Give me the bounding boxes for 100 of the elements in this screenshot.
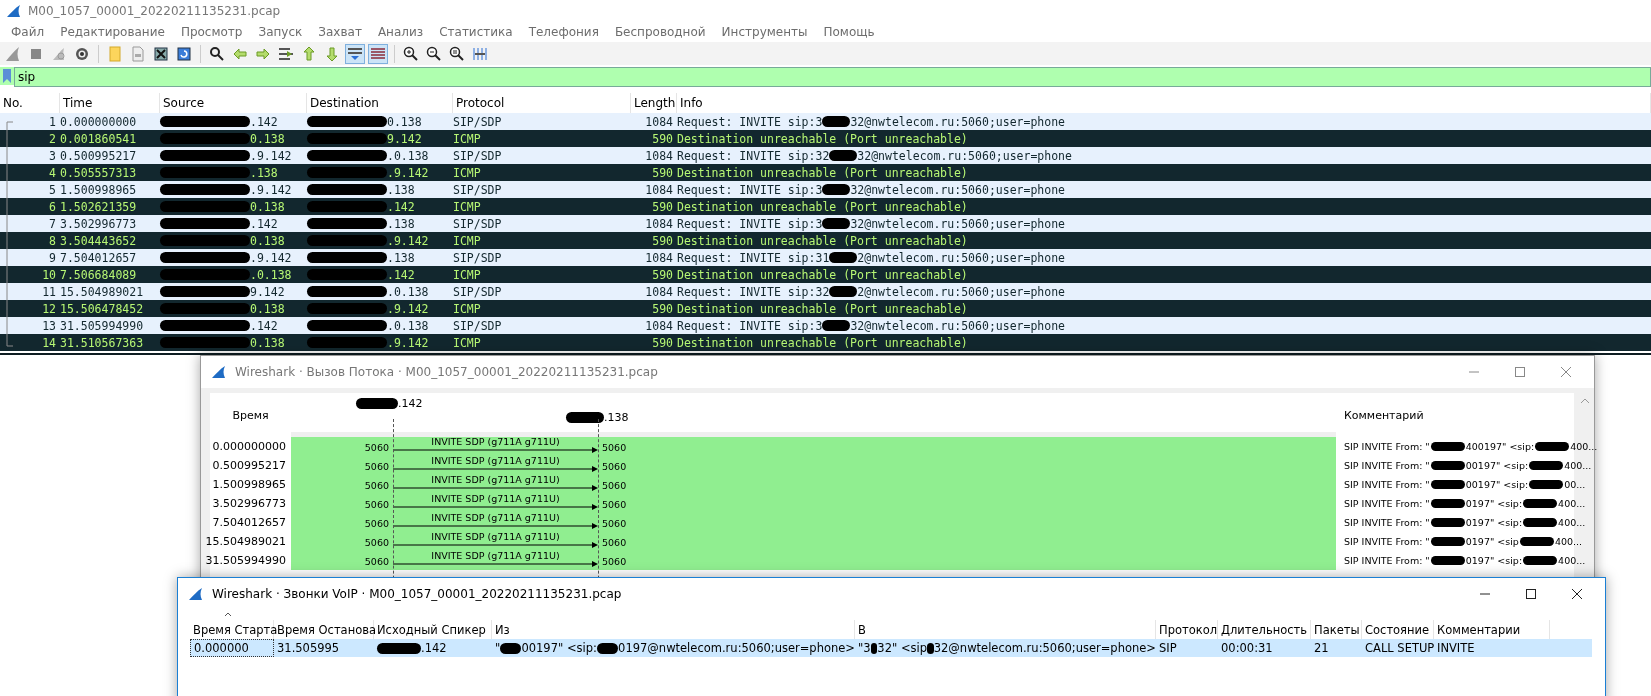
packet-row[interactable]: 1 0.000000000 .142 0.138 SIP/SDP 1084 Request: INVITE sip:3 32@nwtelecom.ru:5060;user=phone xyxy=(0,113,1651,130)
menu-item[interactable]: Анализ xyxy=(369,24,432,39)
message-comment: 400... xyxy=(1558,498,1586,509)
packet-length: 1084 xyxy=(644,114,674,129)
message-comment: 0197" <sip: xyxy=(1465,498,1523,509)
message-comment: SIP INVITE From: " xyxy=(1344,460,1430,471)
shark-fin-icon xyxy=(6,3,22,18)
display-filter-field[interactable]: sip xyxy=(14,67,1651,87)
toolbar-button[interactable] xyxy=(345,43,365,64)
port-label: 5060 xyxy=(364,461,389,472)
close-file-icon xyxy=(153,45,169,62)
packet-row[interactable]: 8 3.504443652 0.138 .9.142 ICMP 590 Destination unreachable (Port unreachable) xyxy=(0,232,1651,249)
source-address: .9.142 xyxy=(250,250,292,265)
packet-time: 0.000000000 xyxy=(60,114,138,129)
menu-item[interactable]: Запуск xyxy=(250,24,311,39)
maximize-icon[interactable] xyxy=(1525,588,1537,600)
destination-address: .9.142 xyxy=(387,165,429,180)
source-address: .9.142 xyxy=(250,148,292,163)
message-row[interactable]: 5060 INVITE SDP (g711A g711U) 5060 xyxy=(291,551,1336,570)
packet-row[interactable]: 12 15.506478452 0.138 .9.142 ICMP 590 Destination unreachable (Port unreachable) xyxy=(0,300,1651,317)
message-row[interactable]: 5060 INVITE SDP (g711A g711U) 5060 xyxy=(291,437,1336,456)
packet-row[interactable]: 14 31.510567363 0.138 .9.142 ICMP 590 Destination unreachable (Port unreachable) xyxy=(0,334,1651,351)
packet-length: 590 xyxy=(651,267,674,282)
message-time: 31.505994990 xyxy=(205,554,286,567)
gear-icon xyxy=(74,45,90,62)
message-label: INVITE SDP (g711A g711U) xyxy=(430,437,561,447)
source-address: .0.138 xyxy=(250,267,292,282)
destination-address: 0.138 xyxy=(387,114,422,129)
packet-number: 6 xyxy=(48,199,57,214)
destination-address: .0.138 xyxy=(387,284,429,299)
packet-protocol: SIP/SDP xyxy=(453,216,503,231)
shark-fin-icon xyxy=(211,365,227,379)
shark-fin-icon xyxy=(5,45,21,62)
go-to-packet-icon xyxy=(278,45,294,62)
redaction-mark xyxy=(822,116,851,127)
packet-info: Request: INVITE sip:32 xyxy=(677,284,830,299)
menu-item[interactable]: Файл xyxy=(3,24,53,39)
packet-row[interactable]: 6 1.502621359 0.138 .142 ICMP 590 Destination unreachable (Port unreachable) xyxy=(0,198,1651,215)
packet-length: 1084 xyxy=(644,148,674,163)
packet-info: Destination unreachable (Port unreachable) xyxy=(677,335,968,350)
packet-row[interactable]: 2 0.001860541 0.138 9.142 ICMP 590 Destination unreachable (Port unreachable) xyxy=(0,130,1651,147)
packet-info: Destination unreachable (Port unreachable) xyxy=(677,267,968,282)
source-address: .9.142 xyxy=(250,182,292,197)
source-address: 9.142 xyxy=(250,284,285,299)
menu-item[interactable]: Помощь xyxy=(815,24,883,39)
redaction-mark xyxy=(566,412,604,423)
packet-number: 4 xyxy=(48,165,57,180)
packet-length: 1084 xyxy=(644,216,674,231)
packet-number: 9 xyxy=(48,250,57,265)
source-address: .142 xyxy=(250,114,278,129)
scroll-up-icon[interactable] xyxy=(1580,397,1590,405)
packet-number: 1 xyxy=(48,114,57,129)
message-row[interactable]: 5060 INVITE SDP (g711A g711U) 5060 xyxy=(291,475,1336,494)
callee-address: "3 xyxy=(858,641,871,655)
menu-item[interactable]: Просмотр xyxy=(172,24,251,39)
source-address: 0.138 xyxy=(250,335,285,350)
destination-address: .9.142 xyxy=(387,335,429,350)
table-cell-text: CALL SETUP xyxy=(1364,640,1434,657)
redaction-mark xyxy=(1523,556,1558,565)
packet-protocol: SIP/SDP xyxy=(453,318,503,333)
message-row[interactable]: 5060 INVITE SDP (g711A g711U) 5060 xyxy=(291,456,1336,475)
bookmark-icon[interactable] xyxy=(0,67,14,85)
redaction-mark xyxy=(1430,480,1465,489)
menu-item[interactable]: Телефония xyxy=(520,24,607,39)
destination-address: .9.142 xyxy=(387,233,429,248)
message-time: 0.500995217 xyxy=(212,459,286,472)
message-row[interactable]: 5060 INVITE SDP (g711A g711U) 5060 xyxy=(291,532,1336,551)
packet-row[interactable]: 3 0.500995217 .9.142 .0.138 SIP/SDP 1084 Request: INVITE sip:32 32@nwtelecom.ru:5060;user=phone xyxy=(0,147,1651,164)
message-row[interactable]: 5060 INVITE SDP (g711A g711U) 5060 xyxy=(291,494,1336,513)
packet-row[interactable]: 4 0.505557313 .138 .9.142 ICMP 590 Destination unreachable (Port unreachable) xyxy=(0,164,1651,181)
message-label: INVITE SDP (g711A g711U) xyxy=(430,475,561,485)
redaction-mark xyxy=(1535,442,1570,451)
packet-row[interactable]: 10 7.506684089 .0.138 .142 ICMP 590 Destination unreachable (Port unreachable) xyxy=(0,266,1651,283)
packet-info: Request: INVITE sip:31 xyxy=(677,250,830,265)
packet-protocol: SIP/SDP xyxy=(453,114,503,129)
packet-number: 2 xyxy=(48,131,57,146)
packet-info: Destination unreachable (Port unreachable) xyxy=(677,199,968,214)
packet-row[interactable]: 13 31.505994990 .142 .0.138 SIP/SDP 1084 Request: INVITE sip:3 32@nwtelecom.ru:5060;user=phone xyxy=(0,317,1651,334)
packet-row[interactable]: 9 7.504012657 .9.142 .138 SIP/SDP 1084 Request: INVITE sip:31 2@nwtelecom.ru:5060;user=phone xyxy=(0,249,1651,266)
packet-info: Request: INVITE sip:3 xyxy=(677,182,823,197)
menu-item[interactable]: Редактирование xyxy=(52,24,173,39)
packet-row[interactable]: 5 1.500998965 .9.142 .138 SIP/SDP 1084 Request: INVITE sip:3 32@nwtelecom.ru:5060;user=phone xyxy=(0,181,1651,198)
packet-time: 15.506478452 xyxy=(60,301,145,316)
packet-row[interactable]: 11 15.504989021 9.142 .0.138 SIP/SDP 1084 Request: INVITE sip:32 2@nwtelecom.ru:5060;user=phone xyxy=(0,283,1651,300)
packet-row[interactable]: 7 3.502996773 .142 .138 SIP/SDP 1084 Request: INVITE sip:3 32@nwtelecom.ru:5060;user=phone xyxy=(0,215,1651,232)
menu-item[interactable]: Захват xyxy=(310,24,370,39)
search-icon xyxy=(209,45,225,62)
call-row[interactable]: 0.000000 31.505995 .142 " 00197" <sip: 0197@nwtelecom.ru:5060;user=phone> "3 32" <sip 32@nwtelecom.ru:5060;user=phone> SIP 00:00:31 21 CALL SETUP INVITE xyxy=(190,639,1592,657)
resize-columns-icon xyxy=(472,45,488,62)
menu-item[interactable]: Статистика xyxy=(431,24,521,39)
packet-time: 1.500998965 xyxy=(60,182,138,197)
message-row[interactable]: 5060 INVITE SDP (g711A g711U) 5060 xyxy=(291,513,1336,532)
colorize-icon xyxy=(370,45,386,62)
packet-protocol: ICMP xyxy=(453,267,482,282)
packet-info: Destination unreachable (Port unreachable) xyxy=(677,131,968,146)
packet-number: 11 xyxy=(41,284,57,299)
menu-item[interactable]: Беспроводной xyxy=(606,24,714,39)
close-icon[interactable] xyxy=(1571,588,1583,600)
menu-item[interactable]: Инструменты xyxy=(713,24,816,39)
message-label: INVITE SDP (g711A g711U) xyxy=(430,513,561,523)
